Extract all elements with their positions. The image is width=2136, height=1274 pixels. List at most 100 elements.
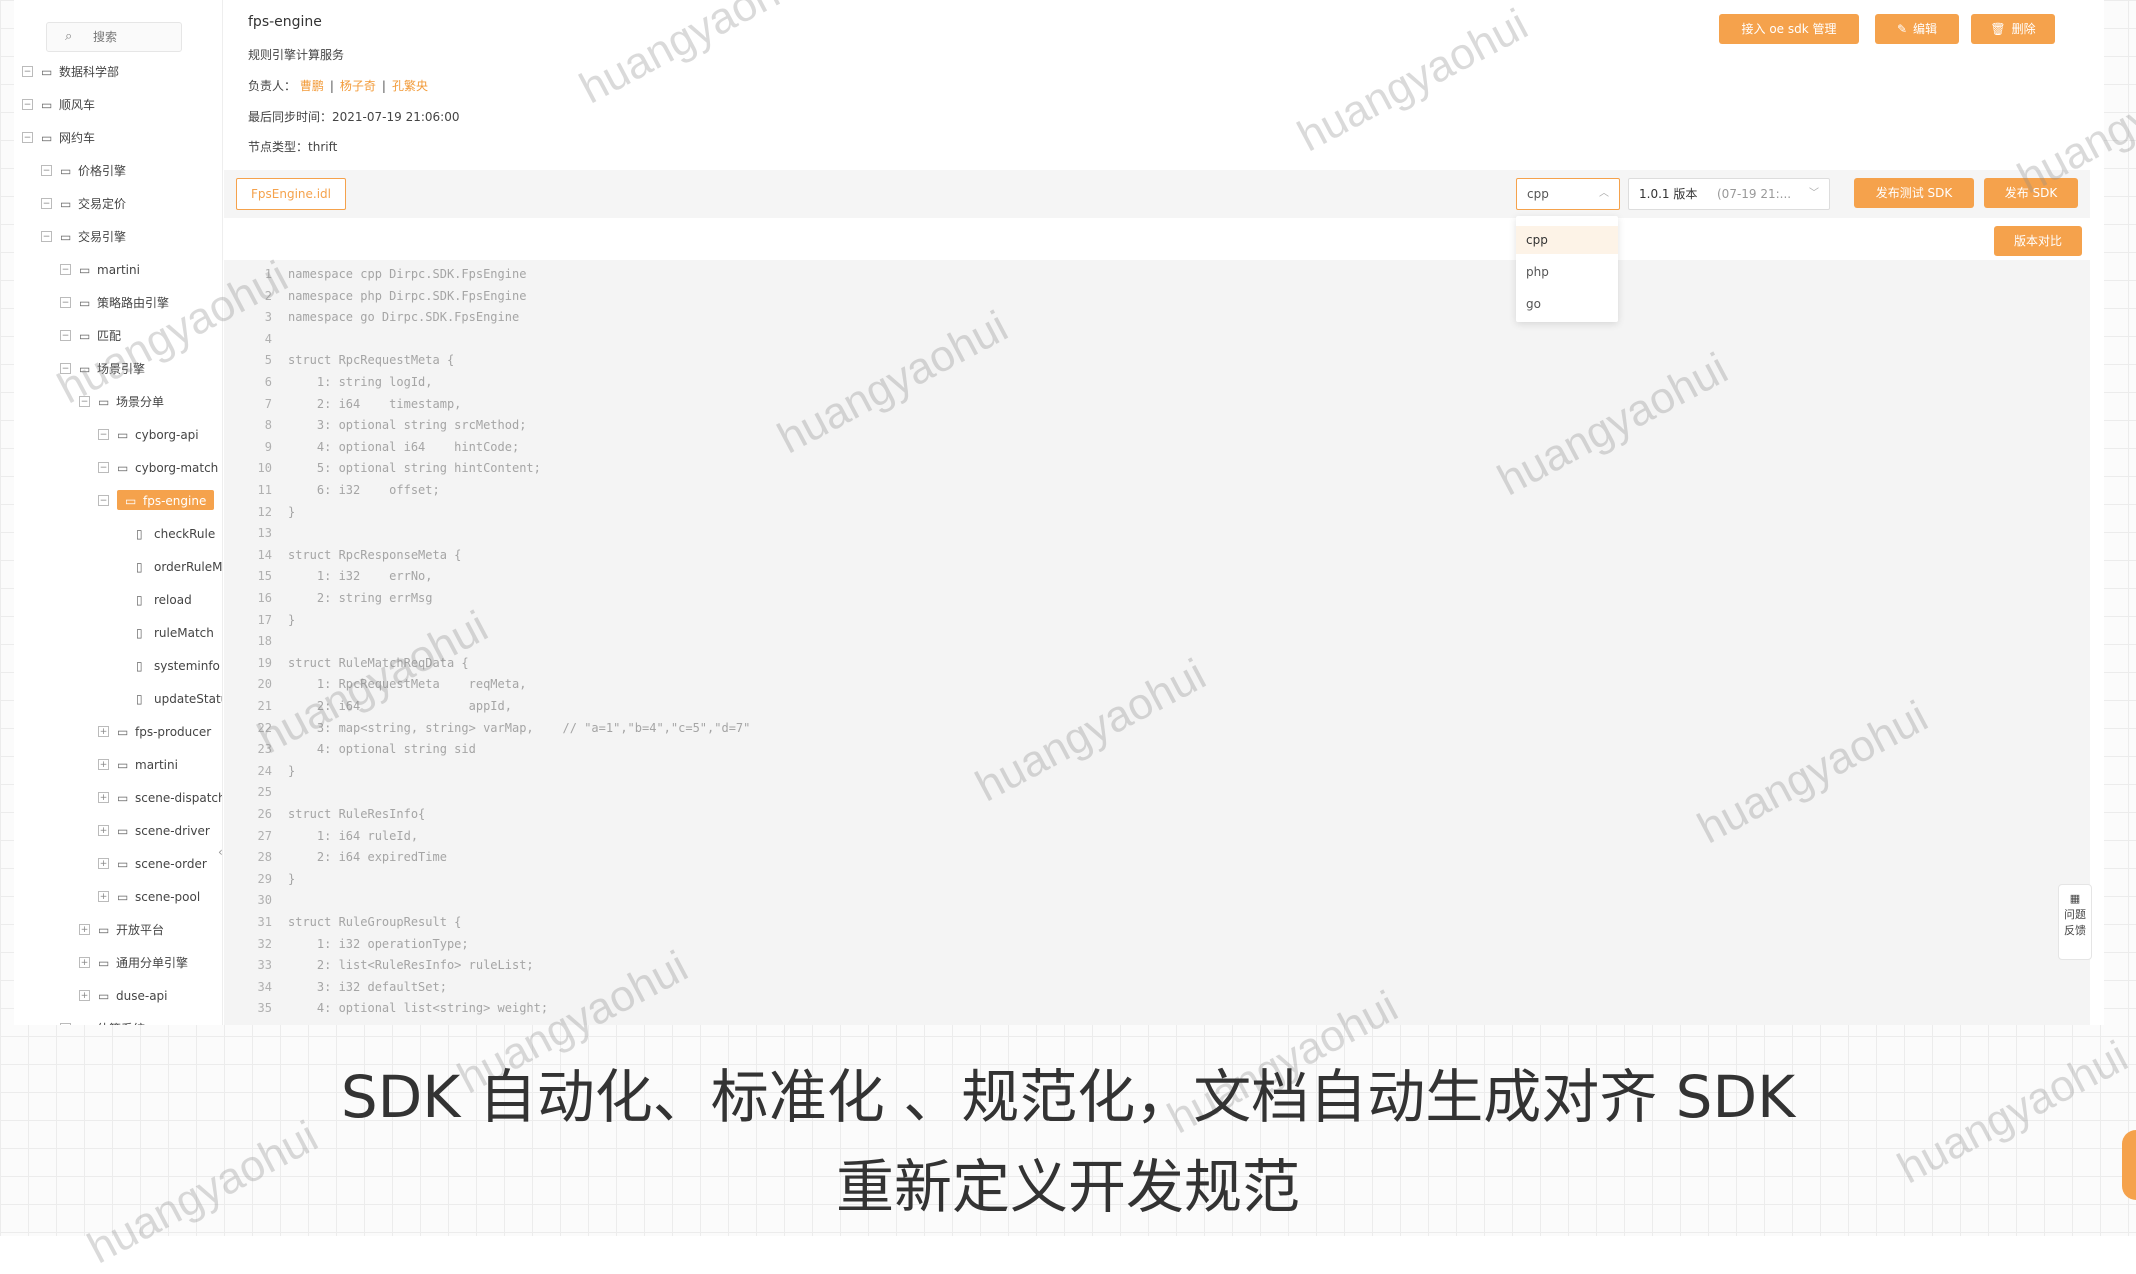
language-select[interactable]: cpp ︿: [1516, 178, 1620, 210]
sidebar-tree-item[interactable]: − ▭ 顺风车: [22, 93, 95, 115]
sidebar-tree-item[interactable]: ▯ reload: [117, 588, 192, 610]
sidebar-tree-item[interactable]: + ▭ 通用分单引擎: [79, 951, 188, 973]
expand-icon[interactable]: +: [79, 957, 90, 968]
folder-icon: ▭: [41, 130, 53, 145]
sidebar-tree-item[interactable]: + ▭ duse-api: [79, 984, 168, 1006]
tree-item-content: ▭ 价格引擎: [60, 163, 126, 178]
code-text: 4: optional list<string> weight;: [288, 1001, 549, 1016]
owner-link[interactable]: 曹鹏: [300, 79, 324, 93]
sidebar-tree-item[interactable]: − ▭ 交易定价: [41, 192, 126, 214]
sidebar-tree-item[interactable]: + ▭ scene-pool: [98, 885, 200, 907]
expand-icon[interactable]: +: [79, 990, 90, 1001]
collapse-icon[interactable]: −: [79, 396, 90, 407]
sidebar-tree-item[interactable]: − ▭ 网约车: [22, 126, 95, 148]
collapse-icon[interactable]: −: [60, 363, 71, 374]
code-line: 2 namespace php Dirpc.SDK.FpsEngine: [224, 286, 527, 307]
sidebar-tree-item[interactable]: ▯ checkRule: [117, 522, 215, 544]
collapse-icon[interactable]: −: [60, 330, 71, 341]
language-option[interactable]: cpp: [1516, 226, 1618, 254]
delete-button[interactable]: 🗑 删除: [1971, 14, 2055, 44]
code-line: 9 4: optional i64 hintCode;: [224, 437, 519, 458]
access-sdk-button[interactable]: 接入 oe sdk 管理: [1719, 14, 1859, 44]
tree-item-label: 开放平台: [116, 922, 165, 937]
sidebar-tree-item[interactable]: − ▭ 数据科学部: [22, 60, 119, 82]
collapse-icon[interactable]: −: [60, 1023, 71, 1025]
sidebar-tree-item[interactable]: − ▭ 策略路由引擎: [60, 291, 169, 313]
line-number: 15: [257, 569, 272, 584]
tree-item-label: scene-pool: [135, 889, 201, 904]
collapse-icon[interactable]: −: [41, 231, 52, 242]
collapse-icon[interactable]: −: [22, 132, 33, 143]
code-editor[interactable]: 1 namespace cpp Dirpc.SDK.FpsEngine 2 names…: [224, 260, 2090, 1025]
collapse-sidebar-icon[interactable]: ‹: [218, 845, 223, 859]
code-text: 6: i32 offset;: [288, 483, 440, 497]
sidebar-tree-item[interactable]: ▯ updateStatus: [117, 687, 222, 709]
collapse-icon[interactable]: −: [41, 198, 52, 209]
sidebar-tree-item[interactable]: − ▭ 匹配: [60, 324, 121, 346]
sidebar-tree-item[interactable]: − ▭ fps-engine: [98, 489, 215, 511]
expand-icon[interactable]: +: [98, 792, 109, 803]
sidebar-tree-item[interactable]: − ▭ cyborg-match: [98, 456, 218, 478]
sidebar-tree-item[interactable]: − ▭ 价格引擎: [41, 159, 126, 181]
collapse-icon[interactable]: −: [41, 165, 52, 176]
collapse-icon[interactable]: −: [22, 66, 33, 77]
subtitle-line-1: SDK 自动化、标准化 、规范化，文档自动生成对齐 SDK: [340, 1063, 1796, 1131]
tree-item-content: ▭ scene-order: [117, 856, 207, 871]
sidebar-tree-item[interactable]: − ▭ 交易引擎: [41, 225, 126, 247]
file-icon: ▯: [136, 559, 143, 574]
owner-link[interactable]: 孔繁央: [392, 79, 428, 93]
collapse-icon[interactable]: −: [98, 462, 109, 473]
expand-icon[interactable]: +: [98, 858, 109, 869]
expand-icon[interactable]: +: [79, 924, 90, 935]
line-number: 17: [257, 612, 272, 627]
sidebar-tree-item[interactable]: + ▭ scene-order: [98, 852, 207, 874]
version-compare-button[interactable]: 版本对比: [1994, 226, 2082, 256]
sidebar-tree-item[interactable]: − ▭ 估算系统: [60, 1017, 145, 1025]
line-number: 12: [257, 504, 272, 519]
expand-icon[interactable]: +: [98, 825, 109, 836]
sidebar-tree-item[interactable]: − ▭ cyborg-api: [98, 423, 199, 445]
collapse-icon[interactable]: −: [60, 264, 71, 275]
search-placeholder: 搜索: [93, 30, 118, 44]
owner-link[interactable]: 杨子奇: [340, 79, 376, 93]
code-line: 20 1: RpcRequestMeta reqMeta,: [224, 674, 527, 695]
tree-item-content: ▭ martini: [117, 757, 178, 772]
collapse-icon[interactable]: −: [98, 495, 109, 506]
code-text: namespace php Dirpc.SDK.FpsEngine: [288, 288, 527, 303]
code-text: 4: optional i64 hintCode;: [288, 439, 520, 454]
publish-sdk-button[interactable]: 发布 SDK: [1984, 178, 2078, 208]
code-line: 14 struct RpcResponseMeta {: [224, 545, 462, 566]
sidebar-tree-item[interactable]: ▯ systeminfo: [117, 654, 220, 676]
feedback-button[interactable]: ▦ 问题 反馈: [2058, 884, 2092, 960]
sidebar-tree-item[interactable]: − ▭ 场景引擎: [60, 357, 145, 379]
publish-test-sdk-button[interactable]: 发布测试 SDK: [1854, 178, 1974, 208]
expand-icon[interactable]: +: [98, 891, 109, 902]
sidebar-tree-item[interactable]: ▯ ruleMatch: [117, 621, 214, 643]
language-option[interactable]: go: [1516, 290, 1618, 318]
file-tab[interactable]: FpsEngine.idl: [236, 178, 346, 210]
code-line: 6 1: string logId,: [224, 372, 433, 393]
sidebar-tree-item[interactable]: + ▭ martini: [98, 753, 178, 775]
sidebar-tree-item[interactable]: − ▭ 场景分单: [79, 390, 164, 412]
line-number: 34: [257, 979, 272, 994]
sidebar-tree-item[interactable]: − ▭ martini: [60, 258, 140, 280]
code-line: 11 6: i32 offset;: [224, 480, 440, 501]
sidebar-tree-item[interactable]: + ▭ 开放平台: [79, 918, 164, 940]
sidebar-tree-item[interactable]: + ▭ fps-producer: [98, 720, 211, 742]
version-select[interactable]: 1.0.1 版本 (07-19 21:... ﹀: [1628, 178, 1830, 210]
search-input[interactable]: ⌕ 搜索: [46, 22, 182, 52]
collapse-icon[interactable]: −: [22, 99, 33, 110]
collapse-icon[interactable]: −: [98, 429, 109, 440]
expand-icon[interactable]: +: [98, 759, 109, 770]
code-text: 2: list<RuleResInfo> ruleList;: [288, 958, 534, 973]
edit-button[interactable]: ✎ 编辑: [1875, 14, 1959, 44]
sidebar-tree-item[interactable]: + ▭ scene-driver: [98, 819, 210, 841]
service-description: 规则引擎计算服务: [248, 48, 345, 62]
sidebar-tree-item[interactable]: + ▭ scene-dispatch: [98, 786, 222, 808]
code-line: 21 2: i64 appId,: [224, 696, 512, 717]
language-option[interactable]: php: [1516, 258, 1618, 286]
collapse-icon[interactable]: −: [60, 297, 71, 308]
code-line: 24}: [224, 761, 296, 782]
sidebar-tree-item[interactable]: ▯ orderRuleMatch: [117, 555, 222, 577]
expand-icon[interactable]: +: [98, 726, 109, 737]
